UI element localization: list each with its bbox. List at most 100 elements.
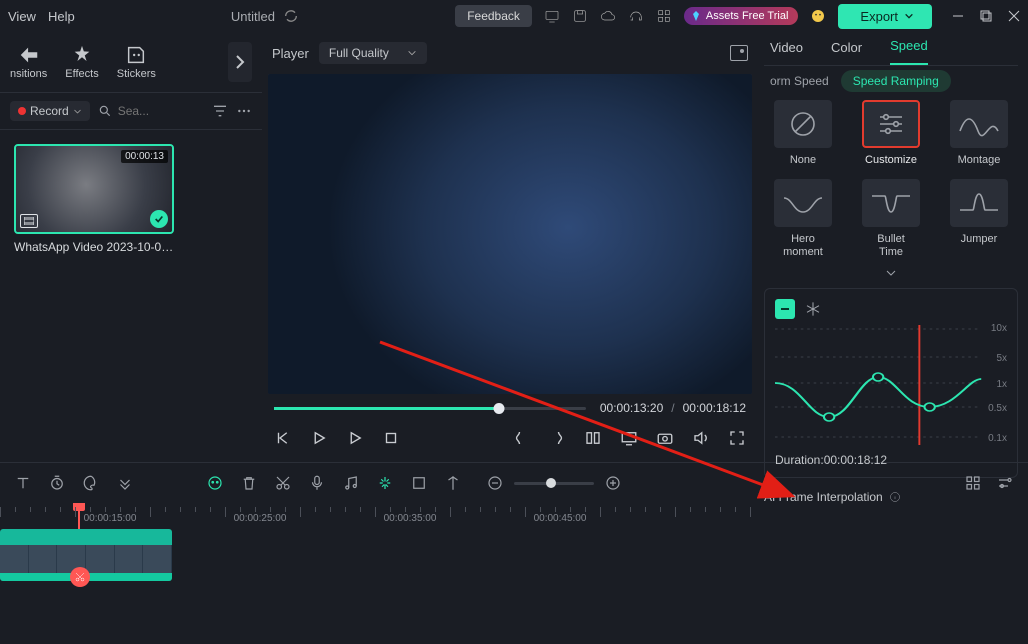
preview-viewport [268,74,752,394]
chevron-right-icon [235,55,245,69]
snapshot-icon[interactable] [730,45,748,61]
search-input-wrap[interactable] [98,104,204,118]
mark-in-icon[interactable] [512,429,530,447]
zoom-in-icon[interactable] [604,474,622,492]
more-icon[interactable] [236,103,252,119]
fullscreen-icon[interactable] [728,429,746,447]
settings-icon[interactable] [996,474,1014,492]
montage-icon [958,111,1000,137]
prev-frame-icon[interactable] [274,429,292,447]
expand-presets-button[interactable] [764,268,1018,278]
cloud-icon[interactable] [600,8,616,24]
volume-icon[interactable] [692,429,710,447]
marker-icon[interactable] [444,474,462,492]
media-clip[interactable]: 00:00:13 WhatsApp Video 2023-10-05... [14,144,174,254]
camera-icon[interactable] [656,429,674,447]
effects-icon [71,44,93,66]
search-input[interactable] [118,104,178,118]
text-tool-icon[interactable] [14,474,32,492]
stop-icon[interactable] [382,429,400,447]
clip-used-check-icon [150,210,168,228]
time-total: 00:00:18:12 [683,401,746,415]
export-button[interactable]: Export [838,4,932,29]
speed-ramp-graph[interactable]: 10x 5x 1x 0.5x 0.1x [775,325,1007,445]
chevron-down-icon [904,11,914,21]
panel-next-button[interactable] [228,42,252,82]
minimize-icon[interactable] [952,10,964,22]
minus-icon [780,304,790,314]
timeline-ruler[interactable]: 00:00:15:00 00:00:25:00 00:00:35:00 00:0… [0,503,1028,529]
preset-customize[interactable]: Customize [854,100,928,167]
mic-icon[interactable] [308,474,326,492]
more-tools-icon[interactable] [116,474,134,492]
tab-speed[interactable]: Speed [890,38,928,65]
apps-icon[interactable] [656,8,672,24]
player-quality-select[interactable]: Full Quality [319,42,427,64]
subtab-uniform-speed[interactable]: orm Speed [770,74,829,88]
scissors-icon [74,571,86,583]
split-handle[interactable] [70,567,90,587]
preset-none[interactable]: None [766,100,840,167]
display-icon[interactable] [620,429,638,447]
time-current: 00:00:13:20 [600,401,663,415]
playhead[interactable] [78,503,80,529]
clip-type-icon [20,214,38,228]
face-icon[interactable] [810,8,826,24]
headphones-icon[interactable] [628,8,644,24]
chevron-down-icon [885,268,897,278]
none-icon [788,109,818,139]
save-icon[interactable] [572,8,588,24]
hero-icon [782,190,824,216]
zoom-slider[interactable] [514,482,594,485]
record-button[interactable]: Record [10,101,90,121]
jumper-icon [958,190,1000,216]
trash-icon[interactable] [240,474,258,492]
menu-view[interactable]: View [8,9,36,24]
maximize-icon[interactable] [980,10,992,22]
assets-trial-pill[interactable]: Assets Free Trial [684,7,799,25]
record-dot-icon [18,107,26,115]
tab-video[interactable]: Video [770,40,803,65]
compare-icon[interactable] [584,429,602,447]
tab-transitions[interactable]: nsitions [10,44,47,80]
chevron-down-icon [73,107,82,116]
feedback-button[interactable]: Feedback [455,5,532,27]
tab-effects[interactable]: Effects [65,44,98,80]
ai-tool-icon[interactable] [206,474,224,492]
menu-help[interactable]: Help [48,9,75,24]
clip-duration-badge: 00:00:13 [121,150,168,163]
cut-icon[interactable] [274,474,292,492]
duration-label: Duration: [775,453,824,467]
tab-color[interactable]: Color [831,40,862,65]
play-icon[interactable] [310,429,328,447]
close-icon[interactable] [1008,10,1020,22]
mark-out-icon[interactable] [548,429,566,447]
grid-icon[interactable] [964,474,982,492]
freeze-frame-icon[interactable] [805,301,821,317]
scrub-bar[interactable]: 00:00:13:20 / 00:00:18:12 [268,398,752,418]
clip-effect-label: amping [4,530,37,541]
tab-stickers[interactable]: Stickers [117,44,156,80]
duration-value: 00:00:18:12 [824,453,887,467]
music-icon[interactable] [342,474,360,492]
preset-bullet-time[interactable]: Bullet Time [854,179,928,259]
zoom-out-icon[interactable] [486,474,504,492]
timer-tool-icon[interactable] [48,474,66,492]
info-icon [889,491,901,503]
crop-icon[interactable] [410,474,428,492]
preset-jumper[interactable]: Jumper [942,179,1016,259]
search-icon [98,104,112,118]
remove-keyframe-button[interactable] [775,299,795,319]
play-clip-icon[interactable] [346,429,364,447]
filter-icon[interactable] [212,103,228,119]
magnet-icon[interactable] [376,474,394,492]
palette-tool-icon[interactable] [82,474,100,492]
stickers-icon [125,44,147,66]
project-title: Untitled [231,9,275,24]
preset-montage[interactable]: Montage [942,100,1016,167]
monitor-icon[interactable] [544,8,560,24]
bullet-icon [870,190,912,216]
speed-ramp-panel: 10x 5x 1x 0.5x 0.1x [764,288,1018,478]
preset-hero-moment[interactable]: Hero moment [766,179,840,259]
subtab-speed-ramping[interactable]: Speed Ramping [841,70,951,92]
